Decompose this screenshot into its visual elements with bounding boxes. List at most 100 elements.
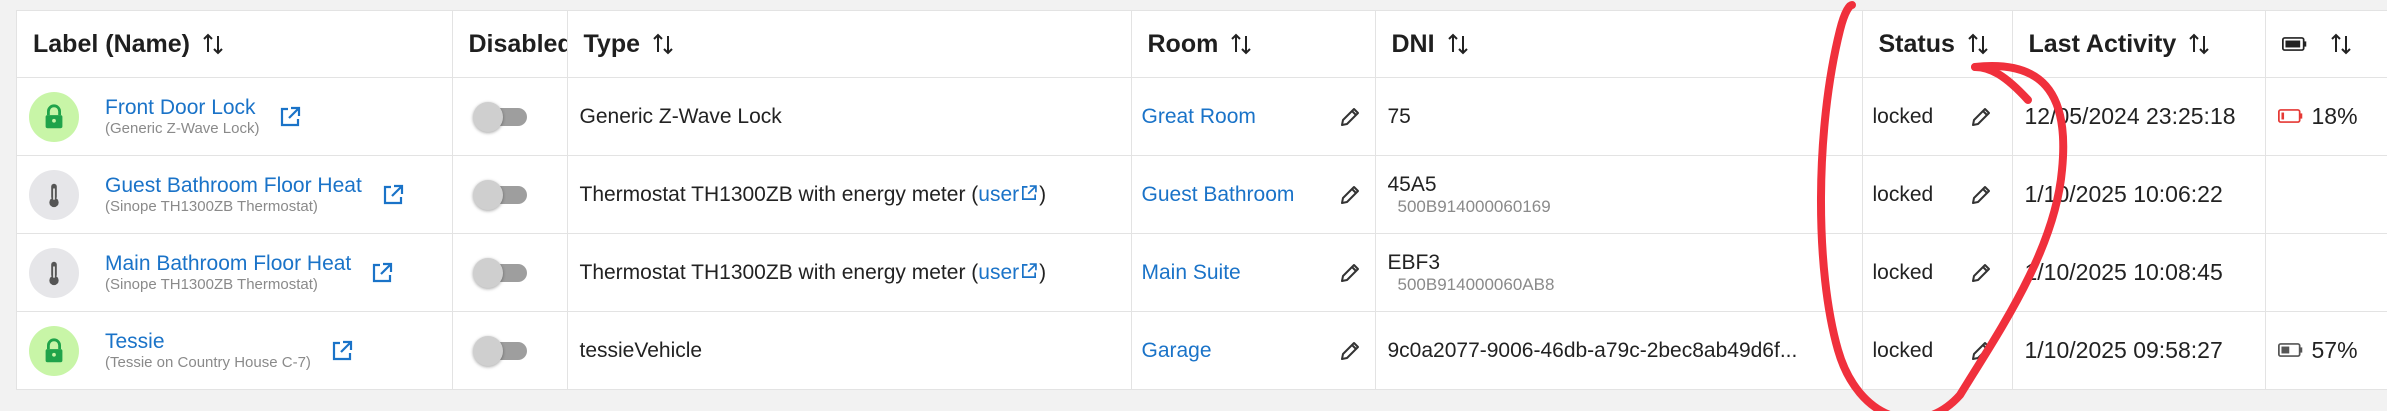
table-row[interactable]: Main Bathroom Floor Heat (Sinope TH1300Z… bbox=[17, 233, 2387, 312]
external-link-icon[interactable] bbox=[369, 260, 395, 286]
edit-pencil-icon[interactable] bbox=[1337, 338, 1363, 364]
sort-arrows-icon bbox=[2330, 33, 2351, 55]
column-header-battery[interactable] bbox=[2265, 11, 2387, 78]
user-driver-link[interactable]: (user) bbox=[971, 261, 1046, 284]
last-activity-value: 1/10/2025 10:08:45 bbox=[2024, 259, 2223, 285]
cell-status: locked bbox=[1862, 311, 2013, 389]
cell-label: Tessie (Tessie on Country House C-7) bbox=[17, 311, 453, 389]
device-name-link[interactable]: Tessie bbox=[105, 330, 311, 354]
external-link-icon[interactable] bbox=[1019, 261, 1039, 284]
edit-pencil-icon[interactable] bbox=[1968, 260, 1994, 286]
cell-battery: 57% bbox=[2265, 311, 2387, 389]
device-driver-name: (Sinope TH1300ZB Thermostat) bbox=[105, 197, 318, 215]
lock-icon bbox=[29, 91, 79, 142]
column-header-disabled[interactable]: Disabled bbox=[452, 11, 568, 78]
cell-label: Main Bathroom Floor Heat (Sinope TH1300Z… bbox=[17, 233, 453, 312]
cell-type: Thermostat TH1300ZB with energy meter (u… bbox=[567, 233, 1132, 312]
sort-arrows-icon bbox=[1231, 33, 1252, 55]
edit-pencil-icon[interactable] bbox=[1968, 104, 1994, 130]
header-row: Label (Name) Disabled Type Room DNI Stat… bbox=[17, 11, 2387, 78]
sort-arrows-icon bbox=[203, 33, 223, 55]
room-link[interactable]: Guest Bathroom bbox=[1142, 183, 1295, 207]
edit-pencil-icon[interactable] bbox=[1968, 338, 1994, 364]
cell-room: Garage bbox=[1131, 311, 1376, 389]
sort-arrows-icon bbox=[653, 33, 673, 55]
dni-secondary: 500B914000060169 bbox=[1397, 196, 1551, 216]
devices-table: Label (Name) Disabled Type Room DNI Stat… bbox=[17, 11, 2387, 389]
device-driver-name: (Tessie on Country House C-7) bbox=[105, 353, 311, 371]
dni-value: EBF3 bbox=[1387, 250, 1441, 274]
room-link[interactable]: Main Suite bbox=[1142, 261, 1241, 285]
table-row[interactable]: Tessie (Tessie on Country House C-7) tes… bbox=[17, 311, 2387, 389]
device-name-link[interactable]: Main Bathroom Floor Heat bbox=[105, 252, 351, 276]
user-driver-link[interactable]: (user) bbox=[971, 183, 1046, 206]
cell-dni: EBF3 500B914000060AB8 bbox=[1375, 233, 1863, 312]
device-type: Thermostat TH1300ZB with energy meter bbox=[579, 182, 966, 206]
edit-pencil-icon[interactable] bbox=[1968, 182, 1994, 208]
battery-percent: 18% bbox=[2311, 103, 2358, 129]
cell-type: tessieVehicle bbox=[567, 311, 1132, 389]
column-header-label[interactable]: Label (Name) bbox=[17, 11, 453, 78]
last-activity-value: 1/10/2025 09:58:27 bbox=[2024, 337, 2223, 363]
edit-pencil-icon[interactable] bbox=[1337, 182, 1363, 208]
last-activity-value: 12/05/2024 23:25:18 bbox=[2024, 103, 2236, 129]
column-header-dni[interactable]: DNI bbox=[1375, 11, 1863, 78]
sort-icon[interactable] bbox=[650, 31, 676, 57]
device-type: Generic Z-Wave Lock bbox=[579, 104, 782, 128]
device-name-link[interactable]: Guest Bathroom Floor Heat bbox=[105, 174, 362, 198]
cell-disabled bbox=[452, 311, 568, 389]
cell-battery bbox=[2265, 155, 2387, 234]
column-header-last-activity[interactable]: Last Activity bbox=[2012, 11, 2266, 78]
external-link-icon[interactable] bbox=[277, 104, 303, 130]
edit-pencil-icon[interactable] bbox=[1337, 260, 1363, 286]
sort-icon[interactable] bbox=[2328, 31, 2354, 57]
cell-dni: 45A5 500B914000060169 bbox=[1375, 155, 1863, 234]
sort-icon[interactable] bbox=[1965, 31, 1991, 57]
last-activity-value: 1/10/2025 10:06:22 bbox=[2024, 181, 2223, 207]
external-link-icon[interactable] bbox=[329, 338, 355, 364]
cell-battery bbox=[2265, 233, 2387, 312]
external-link-icon[interactable] bbox=[1019, 183, 1039, 206]
disabled-toggle[interactable] bbox=[472, 179, 529, 210]
sort-icon[interactable] bbox=[1228, 31, 1254, 57]
status-value: locked bbox=[1872, 182, 1934, 206]
dni-secondary: 500B914000060AB8 bbox=[1397, 274, 1555, 294]
table-row[interactable]: Guest Bathroom Floor Heat (Sinope TH1300… bbox=[17, 155, 2387, 234]
column-header-type[interactable]: Type bbox=[567, 11, 1132, 78]
sort-icon[interactable] bbox=[200, 31, 226, 57]
cell-status: locked bbox=[1862, 77, 2013, 156]
cell-last-activity: 1/10/2025 10:08:45 bbox=[2012, 233, 2266, 312]
cell-battery: 18% bbox=[2265, 77, 2387, 156]
cell-type: Generic Z-Wave Lock bbox=[567, 77, 1132, 156]
cell-type: Thermostat TH1300ZB with energy meter (u… bbox=[567, 155, 1132, 234]
battery-percent: 57% bbox=[2311, 337, 2358, 363]
sort-arrows-icon bbox=[1968, 33, 1988, 55]
status-value: locked bbox=[1872, 104, 1934, 128]
battery-level-icon bbox=[2277, 337, 2304, 364]
room-link[interactable]: Great Room bbox=[1142, 105, 1256, 129]
disabled-toggle[interactable] bbox=[472, 101, 529, 132]
cell-room: Guest Bathroom bbox=[1131, 155, 1376, 234]
devices-table-container: Label (Name) Disabled Type Room DNI Stat… bbox=[16, 10, 2387, 390]
cell-label: Guest Bathroom Floor Heat (Sinope TH1300… bbox=[17, 155, 453, 234]
disabled-toggle[interactable] bbox=[472, 257, 529, 288]
cell-dni: 75 bbox=[1375, 77, 1863, 156]
column-header-room[interactable]: Room bbox=[1131, 11, 1376, 78]
status-value: locked bbox=[1872, 338, 1934, 362]
table-row[interactable]: Front Door Lock (Generic Z-Wave Lock) Ge… bbox=[17, 77, 2387, 156]
disabled-toggle[interactable] bbox=[472, 335, 529, 366]
sort-icon[interactable] bbox=[1445, 31, 1471, 57]
external-link-icon[interactable] bbox=[380, 182, 406, 208]
sort-icon[interactable] bbox=[2186, 31, 2212, 57]
room-link[interactable]: Garage bbox=[1142, 339, 1212, 363]
device-type: Thermostat TH1300ZB with energy meter bbox=[579, 260, 966, 284]
sort-arrows-icon bbox=[1447, 33, 1468, 55]
sort-arrows-icon bbox=[2189, 33, 2209, 55]
column-header-status[interactable]: Status bbox=[1862, 11, 2013, 78]
edit-pencil-icon[interactable] bbox=[1337, 104, 1363, 130]
cell-room: Main Suite bbox=[1131, 233, 1376, 312]
lock-icon bbox=[29, 325, 79, 376]
cell-status: locked bbox=[1862, 233, 2013, 312]
cell-disabled bbox=[452, 155, 568, 234]
device-name-link[interactable]: Front Door Lock bbox=[105, 96, 259, 120]
